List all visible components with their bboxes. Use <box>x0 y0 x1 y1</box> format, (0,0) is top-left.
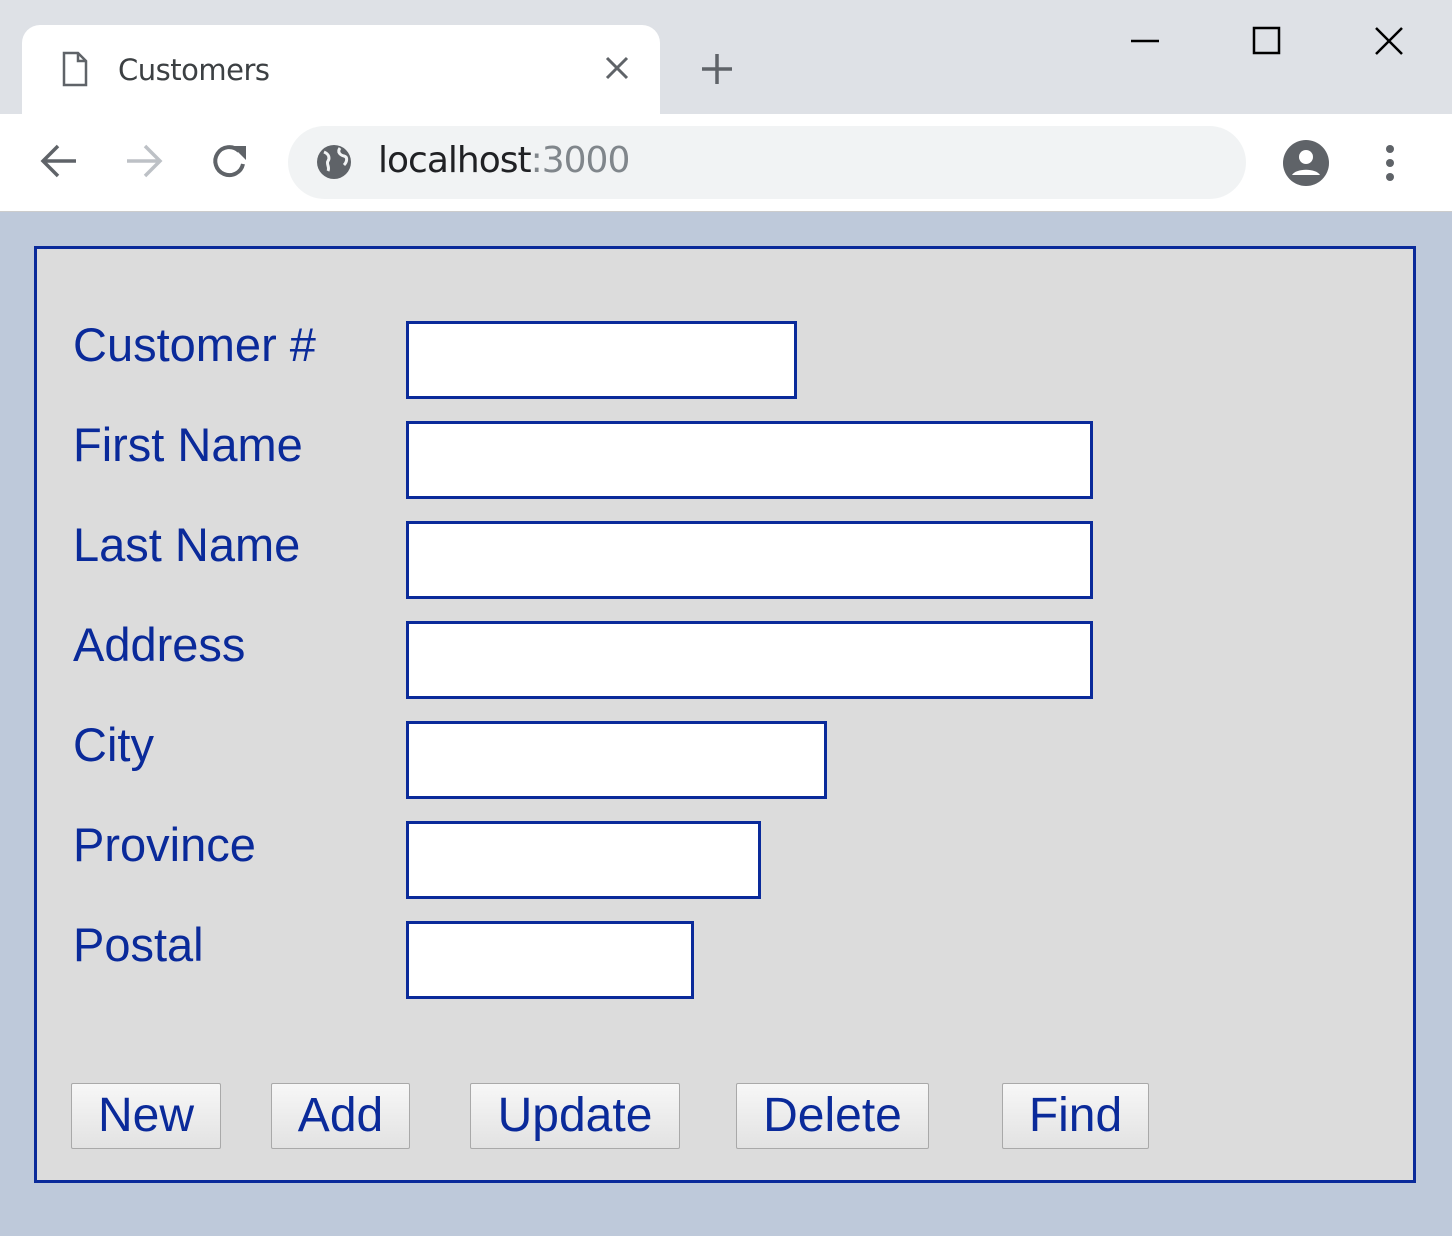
menu-icon[interactable] <box>1384 144 1396 182</box>
address-bar[interactable]: localhost:3000 <box>288 126 1246 199</box>
province-input[interactable] <box>406 821 761 899</box>
label-postal: Postal <box>73 918 204 971</box>
label-province: Province <box>73 818 256 871</box>
globe-icon <box>317 145 351 179</box>
close-tab-icon[interactable] <box>604 55 630 81</box>
tab-strip: Customers <box>0 0 1452 117</box>
delete-button[interactable]: Delete <box>736 1083 929 1149</box>
url-text: localhost:3000 <box>378 140 631 181</box>
add-button[interactable]: Add <box>271 1083 410 1149</box>
document-icon <box>62 51 88 87</box>
url-host: localhost <box>378 140 532 181</box>
new-button[interactable]: New <box>71 1083 221 1149</box>
tab-title: Customers <box>118 53 270 87</box>
find-button[interactable]: Find <box>1002 1083 1149 1149</box>
last-name-input[interactable] <box>406 521 1093 599</box>
label-customer-number: Customer # <box>73 318 316 371</box>
minimize-icon[interactable] <box>1130 26 1160 56</box>
update-button[interactable]: Update <box>470 1083 680 1149</box>
label-city: City <box>73 718 154 771</box>
first-name-input[interactable] <box>406 421 1093 499</box>
back-icon[interactable] <box>40 142 78 180</box>
reload-icon[interactable] <box>210 142 250 182</box>
browser-toolbar: localhost:3000 <box>0 114 1452 212</box>
profile-icon[interactable] <box>1283 140 1329 186</box>
label-address: Address <box>73 618 246 671</box>
label-first-name: First Name <box>73 418 303 471</box>
maximize-icon[interactable] <box>1252 26 1282 56</box>
city-input[interactable] <box>406 721 827 799</box>
address-input[interactable] <box>406 621 1093 699</box>
customer-number-input[interactable] <box>406 321 797 399</box>
new-tab-icon[interactable] <box>700 52 734 86</box>
forward-icon[interactable] <box>125 142 163 180</box>
postal-input[interactable] <box>406 921 694 999</box>
label-last-name: Last Name <box>73 518 301 571</box>
tab-customers[interactable]: Customers <box>22 25 660 117</box>
customer-form: Customer # First Name Last Name Address … <box>34 246 1416 1183</box>
url-port: :3000 <box>530 140 631 181</box>
close-window-icon[interactable] <box>1374 26 1404 56</box>
